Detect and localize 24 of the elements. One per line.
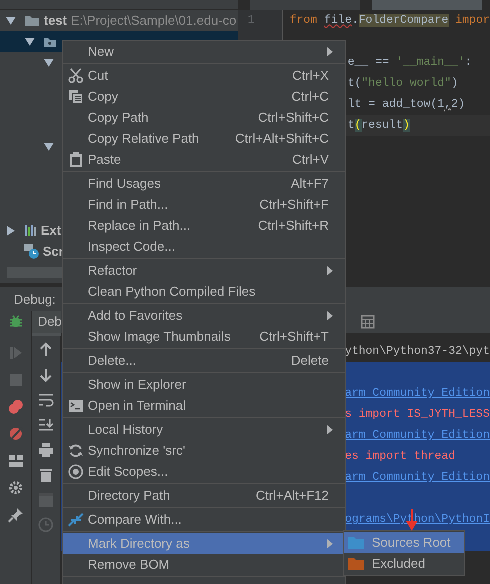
shortcut-label: Ctrl+Shift+F <box>258 197 330 212</box>
code-line: t("hello world") <box>348 77 458 90</box>
panel-title: Debug: <box>14 292 56 306</box>
shortcut-label: Ctrl+Alt+Shift+C <box>234 131 330 146</box>
shortcut-label: Ctrl+Shift+C <box>257 110 330 125</box>
console-output: ython\Python37-32\pyt <box>345 345 490 358</box>
tree-label: Ext <box>41 223 62 238</box>
code-line: t(result) <box>348 119 410 132</box>
code-line: e__ == '__main__': <box>348 56 472 69</box>
shortcut-label: Delete <box>290 353 330 368</box>
console-output: es import thread <box>345 450 456 463</box>
shortcut-label: Ctrl+Shift+R <box>257 218 330 233</box>
console-output: s import IS_JYTH_LESS <box>345 408 490 421</box>
shortcut-label: Ctrl+Shift+T <box>258 329 330 344</box>
project-path: E:\Project\Sample\01.edu-co <box>71 13 237 28</box>
code-line: from file.FolderCompare impor <box>290 14 490 27</box>
shortcut-label: Ctrl+V <box>292 152 330 167</box>
shortcut-label: Alt+F7 <box>290 176 330 191</box>
shortcut-label: Ctrl+X <box>292 68 330 83</box>
shortcut-label: Ctrl+C <box>290 89 330 104</box>
code-line: lt = add_tow(1,2) <box>348 98 466 111</box>
shortcut-label: Ctrl+Alt+F12 <box>255 488 330 503</box>
tree-label: test <box>44 13 68 28</box>
tree-label: Scr <box>43 244 64 259</box>
